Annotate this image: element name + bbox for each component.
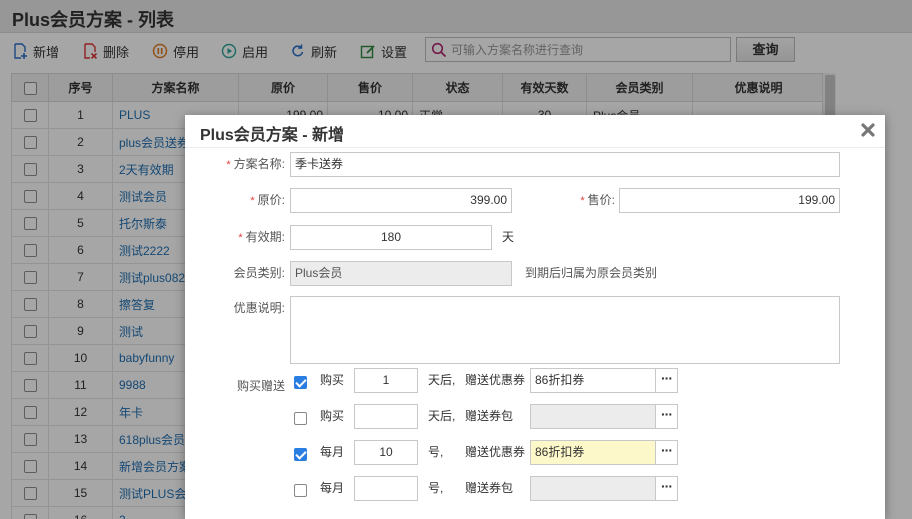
add-plan-dialog: Plus会员方案 - 新增 * 方案名称: 季卡送券 * 原价: 399.00 * 售…: [185, 115, 885, 519]
orig-price-input[interactable]: 399.00: [290, 188, 512, 213]
sale-price-input[interactable]: 199.00: [619, 188, 840, 213]
gift-section-label: 购买赠送: [236, 379, 285, 393]
gift-row-kind: 赠送券包: [465, 409, 514, 423]
gift-row-picker-button[interactable]: ···: [655, 368, 678, 393]
plan-name-input[interactable]: 季卡送券: [290, 152, 840, 177]
description-textarea[interactable]: [290, 296, 840, 364]
valid-period-unit: 天: [502, 230, 515, 244]
gift-row-kind: 赠送优惠券: [465, 373, 526, 387]
member-type-label: 会员类别:: [233, 266, 285, 280]
orig-price-label-text: 原价:: [257, 193, 285, 207]
gift-row-qty-input[interactable]: [354, 476, 418, 501]
gift-row-unit: 号,: [428, 481, 444, 495]
gift-row-coupon-field[interactable]: 86折扣券: [530, 368, 656, 393]
close-icon[interactable]: [860, 122, 876, 138]
description-label: 优惠说明:: [233, 301, 285, 315]
gift-row-prefix: 购买: [320, 373, 345, 387]
gift-row-coupon-field[interactable]: 86折扣券: [530, 440, 656, 465]
gift-row-checkbox[interactable]: [294, 376, 307, 389]
plan-name-label-text: 方案名称:: [233, 157, 285, 171]
gift-row-unit: 号,: [428, 445, 444, 459]
gift-row-checkbox[interactable]: [294, 484, 307, 497]
gift-row-prefix: 每月: [320, 445, 345, 459]
valid-period-input[interactable]: 180: [290, 225, 492, 250]
gift-row-unit: 天后,: [428, 409, 456, 423]
gift-row-coupon-field: [530, 476, 656, 501]
gift-row-prefix: 购买: [320, 409, 345, 423]
required-mark: *: [250, 195, 255, 207]
dialog-title: Plus会员方案 - 新增: [200, 127, 345, 144]
gift-row-picker-button[interactable]: ···: [655, 440, 678, 465]
gift-row-picker-button[interactable]: ···: [655, 476, 678, 501]
gift-row-unit: 天后,: [428, 373, 456, 387]
gift-row-checkbox[interactable]: [294, 448, 307, 461]
gift-row-coupon-field: [530, 404, 656, 429]
member-type-field: Plus会员: [290, 261, 512, 286]
gift-row-kind: 赠送券包: [465, 481, 514, 495]
gift-row-qty-input[interactable]: 1: [354, 368, 418, 393]
required-mark: *: [226, 159, 231, 171]
gift-row-qty-input[interactable]: 10: [354, 440, 418, 465]
sale-price-label-text: 售价:: [587, 193, 615, 207]
required-mark: *: [580, 195, 585, 207]
gift-row-kind: 赠送优惠券: [465, 445, 526, 459]
valid-period-label: * 有效期:: [205, 225, 285, 250]
gift-row-picker-button[interactable]: ···: [655, 404, 678, 429]
gift-row-qty-input[interactable]: [354, 404, 418, 429]
sale-price-label: * 售价:: [545, 188, 615, 213]
plan-name-label: * 方案名称:: [205, 152, 285, 177]
orig-price-label: * 原价:: [205, 188, 285, 213]
required-mark: *: [238, 232, 243, 244]
gift-row-prefix: 每月: [320, 481, 345, 495]
gift-row-checkbox[interactable]: [294, 412, 307, 425]
valid-period-label-text: 有效期:: [245, 230, 285, 244]
dialog-divider: [185, 147, 885, 148]
member-type-note: 到期后归属为原会员类别: [525, 266, 658, 280]
